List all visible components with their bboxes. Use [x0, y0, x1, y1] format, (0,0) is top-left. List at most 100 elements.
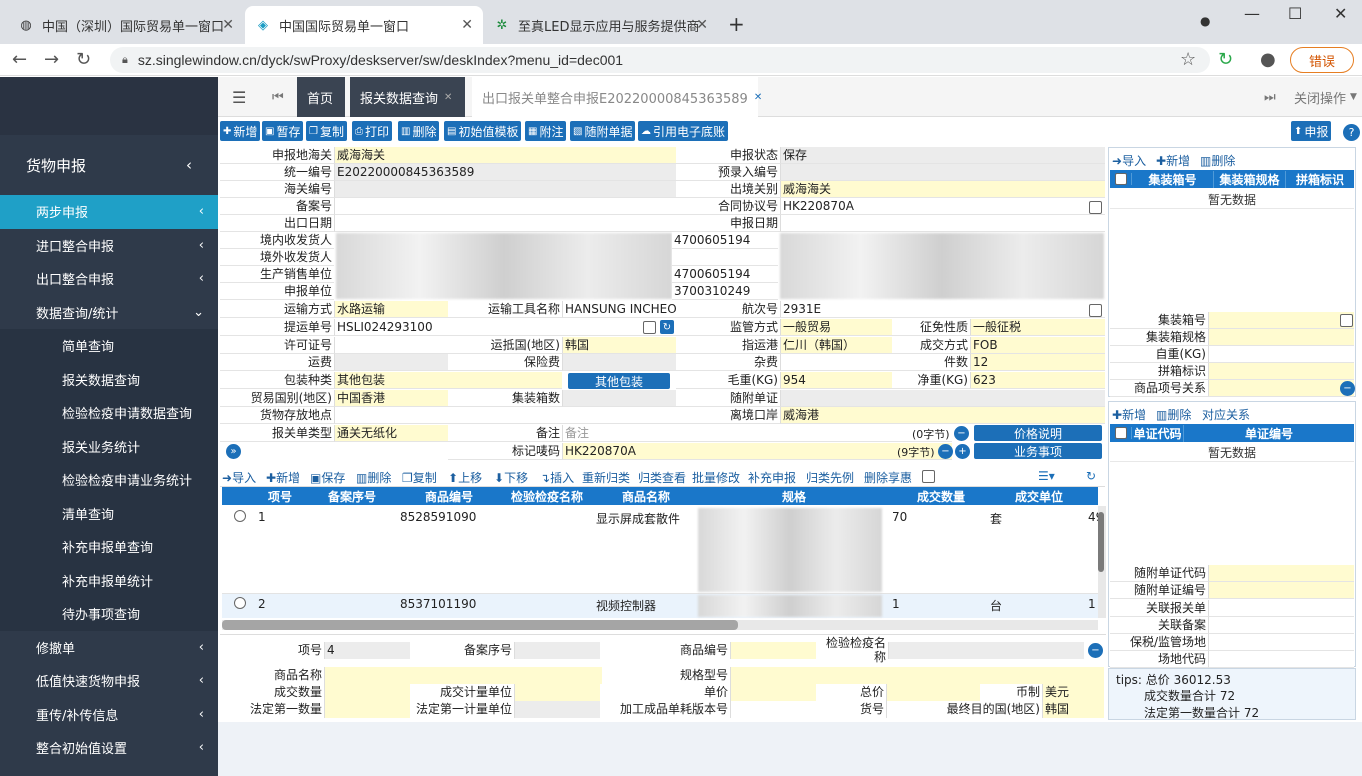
container-no-field[interactable]	[1208, 312, 1354, 329]
sidebar-item-export[interactable]: 出口整合申报 ‹	[0, 262, 218, 296]
voyage-checkbox[interactable]	[1089, 304, 1102, 317]
bill-no-field[interactable]: HSLI024293100	[334, 319, 676, 336]
vertical-scrollbar[interactable]	[1098, 506, 1106, 618]
goods-add-button[interactable]: ✚新增	[266, 469, 300, 486]
goods-toolbar-checkbox[interactable]	[922, 470, 935, 483]
detail-dest-field[interactable]: 韩国	[1042, 701, 1104, 718]
bill-lookup-icon[interactable]: ↻	[660, 320, 674, 334]
contract-checkbox[interactable]	[1089, 201, 1102, 214]
note-button[interactable]: ▦ 附注	[525, 121, 567, 141]
select-all-checkbox[interactable]	[1114, 427, 1127, 439]
sidebar-item-init-settings[interactable]: 整合初始值设置 ‹	[0, 731, 218, 765]
goods-reclassify-button[interactable]: 重新归类	[582, 469, 630, 486]
sidebar-sub-supp-query[interactable]: 补充申报单查询	[0, 530, 218, 564]
producer-code-field[interactable]: 4700605194	[672, 266, 778, 283]
declare-button[interactable]: ⬆ 申报	[1291, 121, 1332, 141]
marks-minus-icon[interactable]: −	[938, 444, 953, 459]
maximize-icon[interactable]: ☐	[1288, 4, 1302, 23]
goods-movedown-button[interactable]: ⬇下移	[494, 469, 528, 486]
export-date-field[interactable]	[334, 215, 676, 232]
save-draft-button[interactable]: ▣ 暂存	[262, 121, 304, 141]
extension-icon[interactable]: ↻	[1218, 49, 1233, 70]
goods-supplement-button[interactable]: 补充申报	[748, 469, 796, 486]
freight-field[interactable]	[334, 354, 448, 371]
cert-code-field[interactable]	[1208, 565, 1354, 582]
container-import-button[interactable]: ➜导入	[1112, 152, 1146, 169]
expand-icon[interactable]: »	[226, 444, 241, 459]
price-note-button[interactable]: 价格说明	[974, 425, 1102, 441]
detail-unit-field[interactable]	[514, 684, 600, 701]
declare-customs-field[interactable]: 威海海关	[334, 147, 676, 164]
detail-version-field[interactable]	[730, 701, 816, 718]
copy-button[interactable]: ❐ 复制	[306, 121, 347, 141]
goods-moveup-button[interactable]: ⬆上移	[448, 469, 482, 486]
refresh-icon[interactable]: ↻	[1086, 469, 1096, 483]
cert-add-button[interactable]: ✚新增	[1112, 406, 1146, 423]
sidebar-item-import[interactable]: 进口整合申报 ‹	[0, 229, 218, 263]
error-button[interactable]: 错误	[1290, 47, 1354, 73]
supervision-mode-field[interactable]: 一般贸易	[780, 319, 892, 336]
bonded-site-field[interactable]	[1208, 634, 1354, 651]
contract-no-field[interactable]: HK220870A	[780, 198, 1105, 215]
goods-insert-button[interactable]: ↴插入	[540, 469, 574, 486]
departure-port-field[interactable]: 威海港	[780, 407, 1105, 424]
cert-no-field[interactable]	[1208, 582, 1354, 599]
horizontal-scrollbar[interactable]	[222, 620, 1098, 630]
detail-currency-field[interactable]: 美元	[1042, 684, 1104, 701]
table-row[interactable]: 1 8528591090 显示屏成套散件 70 套 49	[222, 506, 1103, 594]
vessel-name-field[interactable]: HANSUNG INCHEON	[562, 301, 676, 318]
profile-icon[interactable]: ●	[1260, 49, 1276, 70]
bill-checkbox[interactable]	[643, 321, 656, 334]
sidebar-item-lowvalue[interactable]: 低值快速货物申报 ‹	[0, 664, 218, 698]
cert-delete-button[interactable]: ▥删除	[1156, 406, 1191, 423]
scrollbar-thumb[interactable]	[222, 620, 738, 630]
detail-goods-name-field[interactable]	[324, 667, 602, 684]
close-icon[interactable]: ✕	[222, 17, 234, 33]
detail-minus-icon[interactable]: −	[1088, 643, 1103, 658]
misc-field[interactable]	[780, 354, 892, 371]
menu-toggle-icon[interactable]: ☰	[222, 77, 256, 117]
goods-batch-edit-button[interactable]: 批量修改	[692, 469, 740, 486]
deal-mode-field[interactable]: FOB	[970, 337, 1105, 354]
exit-customs-field[interactable]: 威海海关	[780, 181, 1105, 198]
detail-total-field[interactable]	[886, 684, 980, 701]
sidebar-sub-todo[interactable]: 待办事项查询	[0, 597, 218, 631]
lcl-flag-field[interactable]	[1208, 363, 1354, 380]
bookmark-star-icon[interactable]: ☆	[1180, 49, 1196, 70]
net-weight-field[interactable]: 623	[970, 372, 1105, 389]
table-row[interactable]: 2 8537101190 视频控制器 1 台 1	[222, 594, 1098, 618]
container-spec-field[interactable]	[1208, 329, 1354, 346]
close-icon[interactable]: ✕	[696, 17, 708, 33]
sidebar-sub-inspection-query[interactable]: 检验检疫申请数据查询	[0, 396, 218, 430]
goods-copy-button[interactable]: ❐复制	[402, 469, 437, 486]
declare-date-field[interactable]	[780, 215, 1105, 232]
goods-location-field[interactable]	[334, 407, 676, 424]
cite-ledger-button[interactable]: ☁ 引用电子底账	[638, 121, 729, 141]
scrollbar-thumb[interactable]	[1098, 512, 1104, 572]
goods-precedent-button[interactable]: 归类先例	[806, 469, 854, 486]
tab-decl-query[interactable]: 报关数据查询 ✕	[350, 77, 465, 117]
transport-mode-field[interactable]: 水路运输	[334, 301, 448, 318]
item-relation-field[interactable]	[1208, 380, 1354, 397]
decl-type-field[interactable]: 通关无纸化	[334, 425, 448, 442]
remark-minus-icon[interactable]: −	[954, 426, 969, 441]
detail-legal-qty-field[interactable]	[324, 701, 410, 718]
marks-field[interactable]: HK220870A	[562, 443, 952, 460]
other-package-button[interactable]: 其他包装	[568, 373, 670, 389]
sidebar-sub-simple-query[interactable]: 简单查询	[0, 329, 218, 363]
sidebar-sub-supp-stats[interactable]: 补充申报单统计	[0, 563, 218, 597]
insurance-field[interactable]	[562, 354, 676, 371]
row-radio[interactable]	[234, 510, 246, 522]
browser-tab-2[interactable]: ◈ 中国国际贸易单一窗口 ✕	[245, 6, 483, 44]
goods-delete-button[interactable]: ▥删除	[356, 469, 391, 486]
relation-minus-icon[interactable]: −	[1340, 381, 1355, 396]
container-add-button[interactable]: ✚新增	[1156, 152, 1190, 169]
reload-icon[interactable]: ↻	[76, 49, 91, 70]
sidebar-item-two-step[interactable]: 两步申报 ‹	[0, 195, 218, 229]
goods-save-button[interactable]: ▣保存	[310, 469, 345, 486]
detail-item-code-field[interactable]	[886, 701, 934, 718]
detail-price-field[interactable]	[730, 684, 816, 701]
sidebar-section-goods[interactable]: 货物申报 ‹	[0, 135, 218, 195]
tab-search-icon[interactable]: ●	[1200, 14, 1210, 28]
license-no-field[interactable]	[334, 337, 448, 354]
